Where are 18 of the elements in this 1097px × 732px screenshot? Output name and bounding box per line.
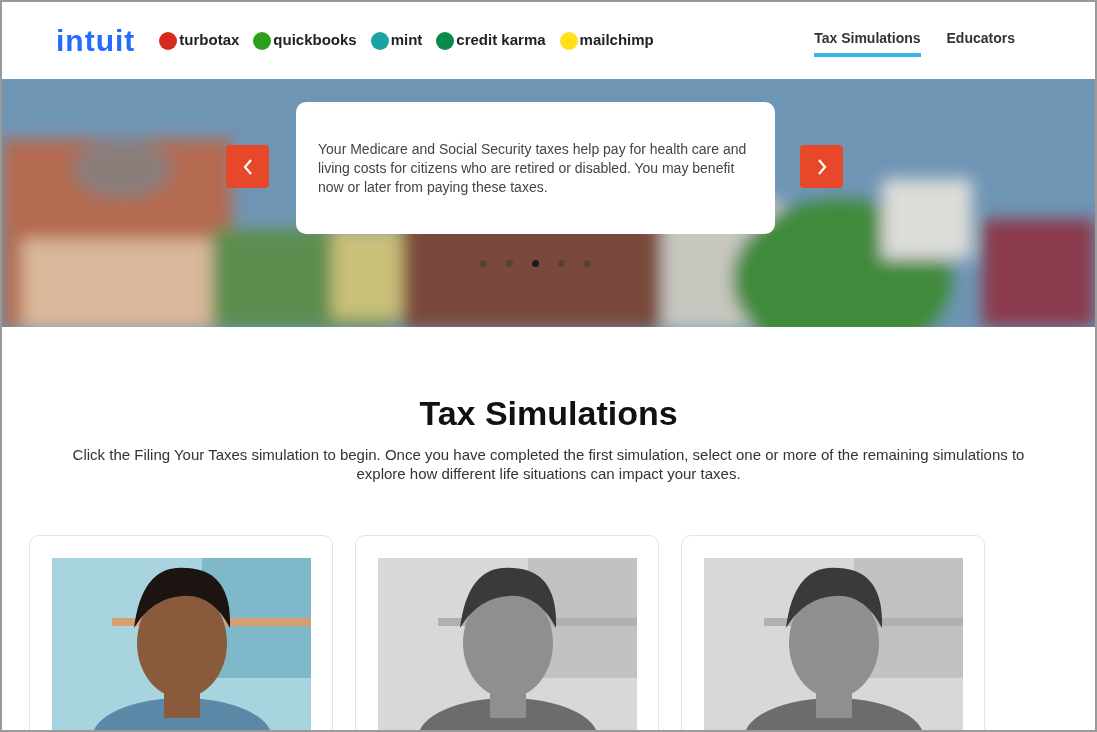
next-button[interactable] xyxy=(800,145,843,188)
previous-button[interactable] xyxy=(226,145,269,188)
message-text: Your Medicare and Social Security taxes help pay for health care and living costs for citizens who are retired or disabled. You may benefit now or later from paying these taxes. xyxy=(318,139,748,197)
section-title: Tax Simulations xyxy=(419,393,678,433)
intuit-logo[interactable]: intuit xyxy=(56,18,136,63)
brand-name[interactable]: turbotax xyxy=(179,29,240,52)
brand-name[interactable]: mailchimp xyxy=(579,29,654,52)
chevron-right-icon xyxy=(815,157,828,176)
intro-text: Click the Filing Your Taxes simulation to begin. Once you have completed the first simulation, select one or more of the remaining simulations to explore how different life situations can impact your taxes. xyxy=(71,445,1026,483)
brand-name[interactable]: quickbooks xyxy=(273,29,357,52)
chevron-left-icon xyxy=(241,157,254,176)
nav-link[interactable]: Educators xyxy=(946,28,1015,57)
simulation-card[interactable] xyxy=(680,535,985,730)
simulation-card[interactable] xyxy=(28,535,333,730)
brand-name[interactable]: credit karma xyxy=(456,29,546,52)
brand-name[interactable]: mint xyxy=(390,29,423,52)
simulation-card[interactable] xyxy=(354,535,659,730)
nav-link[interactable]: Tax Simulations xyxy=(814,28,921,57)
